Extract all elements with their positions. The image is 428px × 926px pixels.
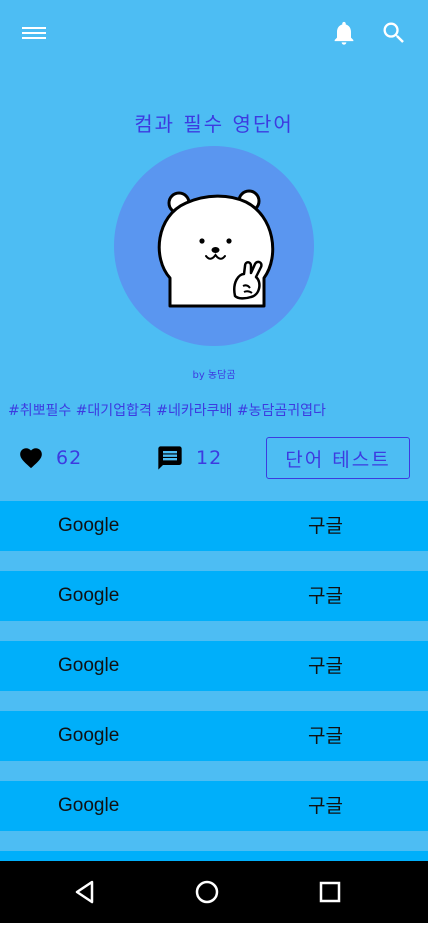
word-korean: 구글 [308,515,343,537]
comment-icon [158,446,182,470]
word-english: Google [58,725,120,746]
like-count: 62 [56,447,83,469]
menu-icon[interactable] [22,24,46,42]
like-button[interactable]: 62 [18,440,82,476]
bear-illustration [157,189,275,308]
wordbook-avatar [114,146,314,346]
system-navigation-bar [0,861,428,923]
heart-icon [20,448,42,469]
word-test-button[interactable]: 단어 테스트 [266,437,410,479]
word-korean: 구글 [308,795,343,817]
word-row[interactable]: Google 구글 [0,501,428,551]
back-triangle-icon[interactable] [71,878,99,906]
top-app-bar [0,0,428,66]
word-row-partial[interactable] [0,851,428,861]
word-row[interactable]: Google 구글 [0,641,428,691]
author-label: by 농담곰 [192,370,236,381]
word-english: Google [58,795,120,816]
hashtags[interactable]: #취뽀필수 #대기업합격 #네카라쿠배 #농담곰귀엽다 [8,400,426,420]
comment-button[interactable]: 12 [156,440,222,476]
word-english: Google [58,655,120,676]
search-icon[interactable] [380,19,408,47]
bell-icon[interactable] [330,19,358,47]
word-row[interactable]: Google 구글 [0,571,428,621]
word-row[interactable]: Google 구글 [0,711,428,761]
word-korean: 구글 [308,655,343,677]
word-english: Google [58,585,120,606]
comment-count: 12 [196,447,223,469]
recent-square-icon[interactable] [316,878,344,906]
word-korean: 구글 [308,585,343,607]
word-row[interactable]: Google 구글 [0,781,428,831]
wordbook-title: 컴과 필수 영단어 [134,112,294,136]
word-list: Google 구글 Google 구글 Google 구글 Google 구글 … [0,501,428,861]
home-circle-icon[interactable] [193,878,221,906]
word-korean: 구글 [308,725,343,747]
word-english: Google [58,515,120,536]
